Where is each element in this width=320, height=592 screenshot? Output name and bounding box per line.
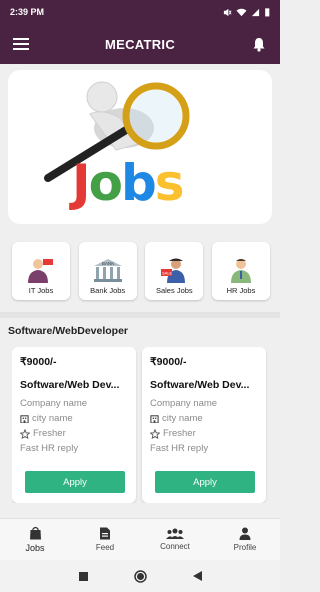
sale-sign-text: SALE (162, 270, 173, 275)
job-company-text: Company name (20, 398, 88, 409)
wifi-icon (237, 8, 247, 16)
menu-icon[interactable] (10, 33, 32, 55)
jobs-banner-letter: b (120, 154, 157, 212)
job-card[interactable]: ₹9000/- Software/Web Dev... Company name… (142, 347, 266, 503)
category-hr-jobs[interactable]: HR Jobs (211, 242, 270, 300)
job-reply-text: Fast HR reply (150, 443, 209, 454)
category-bank-jobs-label: Bank Jobs (90, 286, 126, 295)
status-icons: ▮ (223, 7, 270, 18)
category-it-jobs[interactable]: IT Jobs (12, 242, 70, 300)
job-city-text: city name (162, 413, 203, 424)
job-experience-text: Fresher (163, 428, 196, 439)
job-reply: Fast HR reply (20, 443, 128, 454)
category-it-jobs-label: IT Jobs (28, 286, 54, 295)
bottom-nav: Jobs Feed Connect Profile (0, 518, 280, 560)
signal-icon (252, 8, 260, 16)
nav-item-profile[interactable]: Profile (210, 519, 280, 560)
hr-icon (230, 259, 251, 283)
section-title: Software/WebDeveloper (8, 325, 129, 337)
profile-icon (239, 527, 251, 540)
star-icon (20, 428, 30, 439)
apply-button[interactable]: Apply (25, 471, 125, 493)
job-experience: Fresher (150, 428, 258, 439)
job-list[interactable]: ₹9000/- Software/Web Dev... Company name… (12, 347, 280, 503)
category-bank-jobs[interactable]: BANK Bank Jobs (78, 242, 137, 300)
job-salary: ₹9000/- (150, 356, 187, 368)
jobs-banner-letter: J (72, 154, 91, 212)
nav-label-connect: Connect (160, 542, 190, 551)
app-title: MECATRIC (104, 36, 176, 52)
job-experience-text: Fresher (33, 428, 66, 439)
building-icon (150, 415, 159, 423)
job-city-text: city name (32, 413, 73, 424)
bank-icon: BANK (93, 259, 122, 282)
mute-icon (224, 8, 232, 16)
jobs-banner-word: Jobs (72, 154, 185, 212)
nav-label-profile: Profile (233, 543, 257, 552)
jobs-bag-icon (29, 526, 41, 540)
job-salary: ₹9000/- (20, 356, 57, 368)
status-time: 2:39 PM (10, 7, 45, 17)
job-reply: Fast HR reply (150, 443, 258, 454)
recent-apps-icon[interactable] (78, 571, 88, 581)
jobs-banner: Jobs (8, 70, 272, 224)
bank-sign-text: BANK (102, 261, 114, 266)
bell-icon[interactable] (248, 33, 270, 55)
apply-button[interactable]: Apply (155, 471, 255, 493)
home-icon[interactable] (133, 569, 147, 583)
app-bar: MECATRIC (0, 24, 280, 64)
star-icon (150, 428, 160, 439)
feed-icon (100, 527, 110, 540)
job-company-text: Company name (150, 398, 218, 409)
nav-item-feed[interactable]: Feed (70, 519, 140, 560)
jobs-banner-letter: o (88, 154, 123, 212)
status-bar: 2:39 PM ▮ (0, 0, 280, 24)
job-company: Company name (150, 398, 258, 409)
back-icon[interactable] (192, 571, 202, 581)
nav-label-jobs: Jobs (25, 543, 45, 553)
job-title: Software/Web Dev... (20, 379, 120, 391)
category-sales-jobs[interactable]: SALE Sales Jobs (145, 242, 204, 300)
category-hr-jobs-label: HR Jobs (226, 286, 256, 295)
system-nav-bar (0, 560, 280, 592)
job-experience: Fresher (20, 428, 128, 439)
nav-item-connect[interactable]: Connect (140, 519, 210, 560)
category-list: IT Jobs BANK Bank Jobs SALE Sales Jobs H… (12, 242, 270, 300)
connect-icon (166, 528, 184, 539)
nav-item-jobs[interactable]: Jobs (0, 519, 70, 560)
battery-icon: ▮ (264, 6, 270, 18)
sales-icon: SALE (161, 258, 186, 283)
jobs-banner-letter: s (154, 154, 185, 212)
job-city: city name (20, 413, 128, 424)
job-reply-text: Fast HR reply (20, 443, 79, 454)
section-divider (0, 312, 280, 318)
it-jobs-icon (28, 259, 53, 283)
job-city: city name (150, 413, 258, 424)
job-card[interactable]: ₹9000/- Software/Web Dev... Company name… (12, 347, 136, 503)
nav-label-feed: Feed (95, 543, 115, 552)
building-icon (20, 415, 29, 423)
job-title: Software/Web Dev... (150, 379, 250, 391)
category-sales-jobs-label: Sales Jobs (155, 286, 193, 295)
job-company: Company name (20, 398, 128, 409)
